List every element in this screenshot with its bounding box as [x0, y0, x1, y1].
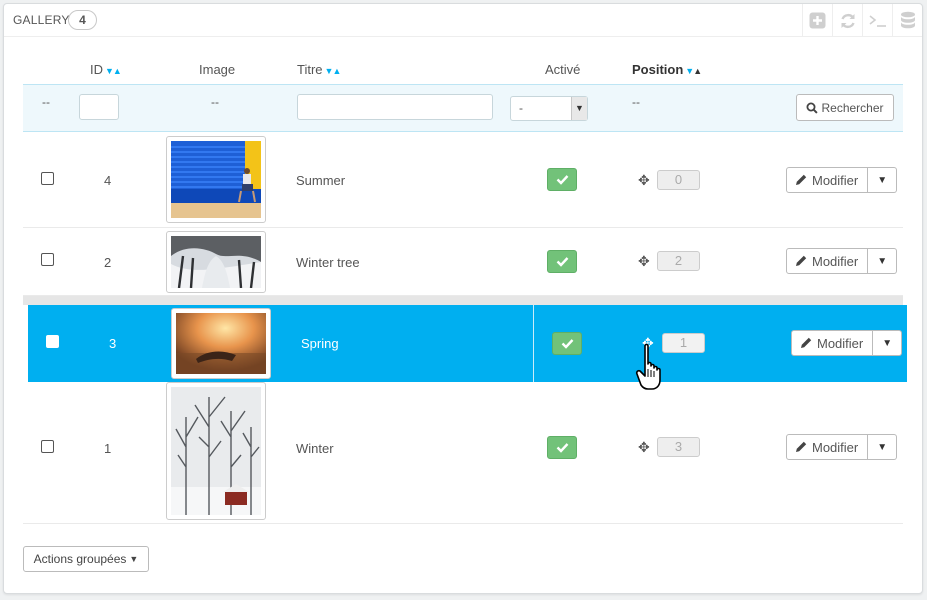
- table-row: 2 Winter tree ✥ 2 Modifier ▼: [23, 228, 903, 296]
- filter-row: -- -- - ▼ -- Rechercher: [23, 84, 903, 132]
- search-icon: [806, 102, 819, 114]
- table-row-dragging[interactable]: 3 Spring ✥ 1 Modifier ▼: [28, 305, 907, 382]
- winter-tree-image: [171, 236, 261, 289]
- pencil-icon: [796, 255, 807, 266]
- row-actions: Modifier ▼: [786, 167, 898, 193]
- column-id[interactable]: ID ▼▲: [90, 62, 122, 77]
- summer-image: [171, 141, 261, 218]
- active-toggle[interactable]: [547, 168, 577, 191]
- id-filter-input[interactable]: [79, 94, 119, 120]
- drag-move-icon[interactable]: ✥: [638, 254, 650, 268]
- sort-arrows-icon[interactable]: ▼▲: [685, 66, 702, 76]
- search-button[interactable]: Rechercher: [796, 94, 894, 121]
- edit-button[interactable]: Modifier: [786, 434, 869, 460]
- row-actions: Modifier ▼: [786, 248, 898, 274]
- column-active: Activé: [545, 62, 581, 77]
- panel-title: Gallery: [13, 13, 70, 27]
- sql-terminal-icon[interactable]: [862, 4, 892, 37]
- count-badge: 4: [68, 10, 97, 30]
- caret-down-icon: ▼: [129, 554, 139, 564]
- pencil-icon: [801, 337, 812, 348]
- refresh-icon[interactable]: [832, 4, 862, 37]
- table-row: 1 Winter ✥ 3 Modifier ▼: [23, 382, 903, 524]
- column-divider: [533, 305, 534, 382]
- check-icon: [556, 175, 568, 185]
- caret-down-icon[interactable]: ▼: [868, 434, 898, 460]
- row-id: 4: [104, 173, 112, 188]
- caret-down-icon[interactable]: ▼: [868, 167, 898, 193]
- row-checkbox[interactable]: [41, 172, 54, 185]
- row-thumbnail: [166, 136, 266, 223]
- hand-cursor-icon: [635, 343, 661, 390]
- row-thumbnail: [171, 308, 271, 379]
- spring-image: [176, 313, 266, 374]
- active-filter-value: -: [519, 101, 523, 115]
- drag-move-icon[interactable]: ✥: [638, 440, 650, 454]
- position-value: 2: [657, 251, 700, 271]
- column-position[interactable]: Position ▼▲: [632, 62, 702, 77]
- bulk-filter-dash: --: [42, 95, 50, 109]
- position-filter-dash: --: [632, 95, 640, 109]
- row-id: 3: [109, 336, 117, 351]
- row-checkbox[interactable]: [41, 253, 54, 266]
- add-icon[interactable]: [802, 4, 832, 37]
- row-id: 2: [104, 255, 112, 270]
- column-title[interactable]: Titre ▼▲: [297, 62, 342, 77]
- drag-move-icon[interactable]: ✥: [638, 173, 650, 187]
- sort-arrows-icon[interactable]: ▼▲: [105, 66, 122, 76]
- position-value: 0: [657, 170, 700, 190]
- position-value: 3: [657, 437, 700, 457]
- row-id: 1: [104, 441, 112, 456]
- edit-button[interactable]: Modifier: [786, 167, 869, 193]
- row-title: Summer: [296, 173, 346, 188]
- row-actions: Modifier ▼: [786, 434, 898, 460]
- row-thumbnail: [166, 382, 266, 520]
- active-toggle[interactable]: [552, 332, 582, 355]
- check-icon: [556, 443, 568, 453]
- active-toggle[interactable]: [547, 436, 577, 459]
- row-title: Winter tree: [296, 255, 360, 270]
- row-thumbnail: [166, 231, 266, 293]
- database-icon[interactable]: [892, 4, 922, 37]
- drag-placeholder: [23, 296, 903, 305]
- row-checkbox[interactable]: [41, 440, 54, 453]
- winter-image: [171, 387, 261, 515]
- bulk-actions-button[interactable]: Actions groupées ▼: [23, 546, 149, 572]
- title-filter-input[interactable]: [297, 94, 493, 120]
- image-filter-dash: --: [211, 95, 219, 109]
- active-toggle[interactable]: [547, 250, 577, 273]
- panel-header: Gallery 4: [4, 4, 922, 37]
- row-title: Spring: [301, 336, 339, 351]
- row-checkbox[interactable]: [46, 335, 59, 348]
- header-toolbar: [802, 4, 922, 37]
- caret-down-icon[interactable]: ▼: [873, 330, 903, 356]
- pencil-icon: [796, 441, 807, 452]
- check-icon: [556, 257, 568, 267]
- column-image: Image: [199, 62, 236, 77]
- pencil-icon: [796, 174, 807, 185]
- check-icon: [561, 339, 573, 349]
- edit-button[interactable]: Modifier: [791, 330, 874, 356]
- sort-arrows-icon[interactable]: ▼▲: [325, 66, 342, 76]
- active-filter-select[interactable]: - ▼: [510, 96, 588, 121]
- table-row: 4 Summer ✥ 0 Modifier ▼: [23, 133, 903, 228]
- row-actions: Modifier ▼: [791, 330, 903, 356]
- chevron-down-icon[interactable]: ▼: [571, 97, 587, 120]
- row-title: Winter: [296, 441, 334, 456]
- edit-button[interactable]: Modifier: [786, 248, 869, 274]
- caret-down-icon[interactable]: ▼: [868, 248, 898, 274]
